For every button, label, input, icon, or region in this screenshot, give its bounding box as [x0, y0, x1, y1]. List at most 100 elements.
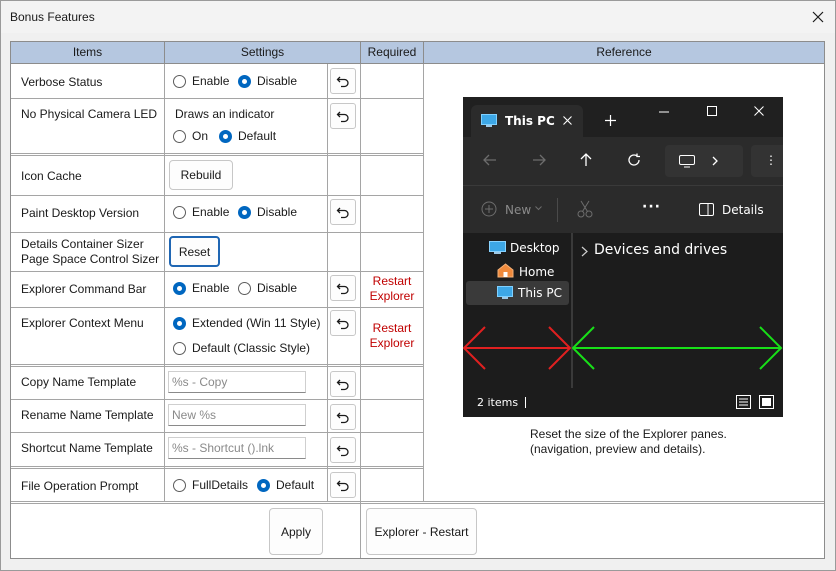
command-bar-reset-button[interactable] — [330, 275, 356, 301]
explorer-address-toolbar: ⋮ — [463, 137, 783, 185]
file-prompt-reset-button[interactable] — [330, 472, 356, 498]
breadcrumb-chevron-icon — [712, 156, 718, 166]
search-box: ⋮ — [751, 145, 783, 177]
nav-item-this-pc-selected: This PC — [466, 281, 569, 305]
maximize-icon — [707, 106, 717, 116]
undo-icon — [336, 379, 349, 391]
new-button-label: New — [505, 203, 532, 217]
nav-item-this-pc: This PC — [518, 286, 562, 300]
navigation-width-arrow — [463, 326, 572, 370]
apply-button[interactable]: Apply — [269, 508, 323, 555]
undo-icon — [336, 111, 349, 123]
reset-sizer-button[interactable]: Reset — [169, 236, 220, 267]
paint-desktop-label: Paint Desktop Version — [21, 206, 140, 220]
page-space-control-sizer-label: Page Space Control Sizer — [21, 252, 160, 266]
refresh-icon — [628, 153, 640, 166]
context-menu-default-radio[interactable]: Default (Classic Style) — [173, 341, 310, 355]
undo-icon — [336, 283, 349, 295]
window-title: Bonus Features — [10, 10, 95, 24]
explorer-status-bar: 2 items — [463, 388, 783, 417]
more-options-icon: ··· — [642, 199, 661, 215]
pane-resize-arrows — [463, 326, 783, 370]
undo-icon — [336, 76, 349, 88]
paint-desktop-disable-radio[interactable]: Disable — [238, 205, 297, 219]
camera-led-description: Draws an indicator — [175, 107, 275, 121]
up-icon — [580, 153, 592, 166]
verbose-status-disable-radio[interactable]: Disable — [238, 74, 297, 88]
nav-item-home: Home — [519, 265, 555, 279]
paint-desktop-enable-radio[interactable]: Enable — [173, 205, 229, 219]
context-menu-extended-radio[interactable]: Extended (Win 11 Style) — [173, 316, 321, 330]
rename-name-input[interactable]: New %s — [168, 404, 306, 426]
explorer-tab: This PC — [471, 105, 583, 137]
this-pc-icon — [481, 114, 497, 127]
new-plus-icon — [481, 201, 497, 217]
header-items: Items — [11, 42, 165, 64]
copy-name-input[interactable]: %s - Copy — [168, 371, 306, 393]
verbose-status-label: Verbose Status — [21, 75, 103, 89]
explorer-command-bar: New ··· Details — [463, 185, 783, 233]
context-menu-label: Explorer Context Menu — [21, 316, 144, 330]
verbose-status-enable-radio[interactable]: Enable — [173, 74, 229, 88]
tab-close-icon — [563, 116, 572, 125]
header-reference: Reference — [424, 42, 824, 64]
explorer-tab-title: This PC — [505, 114, 555, 128]
shortcut-name-reset-button[interactable] — [330, 437, 356, 463]
status-item-count: 2 items — [477, 396, 519, 409]
cut-icon — [577, 200, 593, 218]
reference-caption-line2: (navigation, preview and details). — [530, 442, 706, 456]
verbose-status-reset-button[interactable] — [330, 68, 356, 94]
details-container-sizer-label: Details Container Sizer — [21, 237, 144, 251]
new-dropdown-icon — [535, 206, 542, 211]
file-prompt-fulldetails-radio[interactable]: FullDetails — [173, 478, 248, 492]
rebuild-button[interactable]: Rebuild — [169, 160, 233, 190]
shortcut-name-input[interactable]: %s - Shortcut ().lnk — [168, 437, 306, 459]
bonus-features-window: Bonus Features Items Settings Required R… — [0, 0, 836, 571]
context-menu-required-note: Restart Explorer — [369, 321, 415, 350]
explorer-reference-image: This PC ⋮ New ··· Details Desktop Home T… — [463, 97, 783, 417]
rename-name-label: Rename Name Template — [21, 408, 154, 422]
file-prompt-default-radio[interactable]: Default — [257, 478, 314, 492]
undo-icon — [336, 412, 349, 424]
title-bar: Bonus Features — [1, 1, 835, 33]
undo-icon — [336, 207, 349, 219]
minimize-icon — [659, 111, 669, 113]
explorer-restart-button[interactable]: Explorer - Restart — [366, 508, 477, 555]
address-bar — [665, 145, 743, 177]
back-icon — [483, 154, 496, 166]
command-bar-enable-radio[interactable]: Enable — [173, 281, 229, 295]
details-pane-icon — [699, 203, 714, 216]
command-bar-required-note: Restart Explorer — [369, 274, 415, 303]
home-icon — [497, 263, 514, 278]
file-prompt-label: File Operation Prompt — [21, 479, 139, 493]
camera-led-label: No Physical Camera LED — [21, 107, 158, 121]
camera-led-default-radio[interactable]: Default — [219, 129, 276, 143]
paint-desktop-reset-button[interactable] — [330, 199, 356, 225]
command-bar-label: Explorer Command Bar — [21, 282, 147, 296]
context-menu-reset-button[interactable] — [330, 310, 356, 336]
icon-cache-label: Icon Cache — [21, 169, 82, 183]
forward-icon — [533, 154, 546, 166]
details-button-label: Details — [722, 203, 764, 217]
this-pc-nav-icon — [497, 286, 513, 299]
tiles-view-icon — [759, 395, 774, 409]
window-close-icon — [754, 106, 764, 116]
monitor-icon — [679, 155, 695, 168]
copy-name-reset-button[interactable] — [330, 371, 356, 397]
new-tab-icon — [605, 115, 616, 126]
reference-caption-line1: Reset the size of the Explorer panes. — [530, 427, 727, 441]
nav-item-desktop: Desktop — [510, 241, 560, 255]
undo-icon — [336, 445, 349, 457]
shortcut-name-label: Shortcut Name Template — [21, 441, 153, 455]
undo-icon — [336, 318, 349, 330]
copy-name-label: Copy Name Template — [21, 375, 137, 389]
section-devices-and-drives: Devices and drives — [594, 242, 728, 258]
rename-name-reset-button[interactable] — [330, 404, 356, 430]
details-view-icon — [736, 395, 751, 409]
close-icon — [812, 11, 824, 23]
camera-led-reset-button[interactable] — [330, 103, 356, 129]
command-bar-disable-radio[interactable]: Disable — [238, 281, 297, 295]
header-required: Required — [361, 42, 424, 64]
camera-led-on-radio[interactable]: On — [173, 129, 208, 143]
close-button[interactable] — [801, 1, 835, 33]
